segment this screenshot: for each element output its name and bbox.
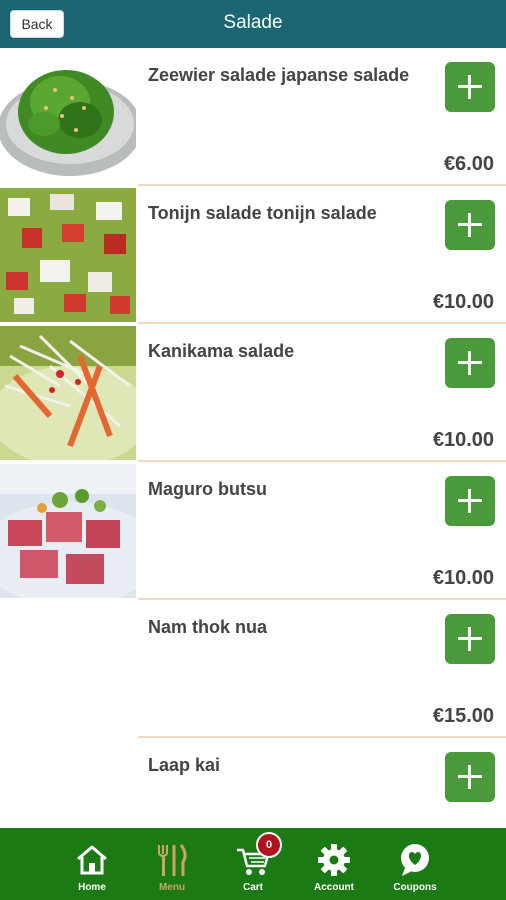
menu-item[interactable]: Zeewier salade japanse salade €6.00 xyxy=(0,48,506,186)
gear-icon xyxy=(318,844,350,876)
tab-label: Home xyxy=(78,882,106,893)
item-name: Kanikama salade xyxy=(148,341,295,361)
item-name: Maguro butsu xyxy=(148,479,267,499)
item-name: Laap kai xyxy=(148,755,221,775)
tab-label: Cart xyxy=(242,882,263,893)
page-title: Salade xyxy=(223,12,283,33)
tab-cart[interactable]: 0 Cart xyxy=(218,828,288,900)
fork-knife-icon xyxy=(158,844,187,876)
item-name: Tonijn salade tonijn salade xyxy=(148,203,377,223)
seaweed-salad-image xyxy=(0,50,136,184)
item-price: €10.00 xyxy=(432,291,494,313)
add-to-cart-button[interactable] xyxy=(445,752,495,802)
item-name: Zeewier salade japanse salade xyxy=(148,65,410,85)
tab-menu[interactable]: Menu xyxy=(137,828,207,900)
add-to-cart-button[interactable] xyxy=(445,614,495,664)
tab-coupons[interactable]: Coupons xyxy=(380,828,450,900)
tuna-salad-image xyxy=(0,188,136,322)
tab-label: Menu xyxy=(158,882,186,893)
item-price: €6.00 xyxy=(443,153,494,175)
menu-item[interactable]: Laap kai xyxy=(0,738,506,828)
menu-item[interactable]: Maguro butsu €10.00 xyxy=(0,462,506,600)
bottom-nav: Home Menu 0 Cart Account Coupons xyxy=(0,828,506,900)
item-price: €10.00 xyxy=(432,429,494,451)
heart-chat-icon xyxy=(401,844,429,876)
home-icon xyxy=(77,845,107,875)
cart-count-badge: 0 xyxy=(256,832,282,858)
add-to-cart-button[interactable] xyxy=(445,476,495,526)
add-to-cart-button[interactable] xyxy=(445,200,495,250)
tab-account[interactable]: Account xyxy=(299,828,369,900)
add-to-cart-button[interactable] xyxy=(445,62,495,112)
tab-home[interactable]: Home xyxy=(57,828,127,900)
item-price: €15.00 xyxy=(432,705,494,727)
item-name: Nam thok nua xyxy=(148,617,268,637)
tab-label: Account xyxy=(314,882,354,893)
menu-item[interactable]: Tonijn salade tonijn salade €10.00 xyxy=(0,186,506,324)
menu-item[interactable]: Nam thok nua €15.00 xyxy=(0,600,506,738)
menu-item-list: Zeewier salade japanse salade €6.00 Toni… xyxy=(0,48,506,828)
kanikama-salad-image xyxy=(0,326,136,460)
tab-label: Coupons xyxy=(393,882,437,893)
maguro-butsu-image xyxy=(0,464,136,598)
add-to-cart-button[interactable] xyxy=(445,338,495,388)
item-price: €10.00 xyxy=(432,567,494,589)
top-bar: Back Salade xyxy=(0,0,506,48)
menu-item[interactable]: Kanikama salade €10.00 xyxy=(0,324,506,462)
